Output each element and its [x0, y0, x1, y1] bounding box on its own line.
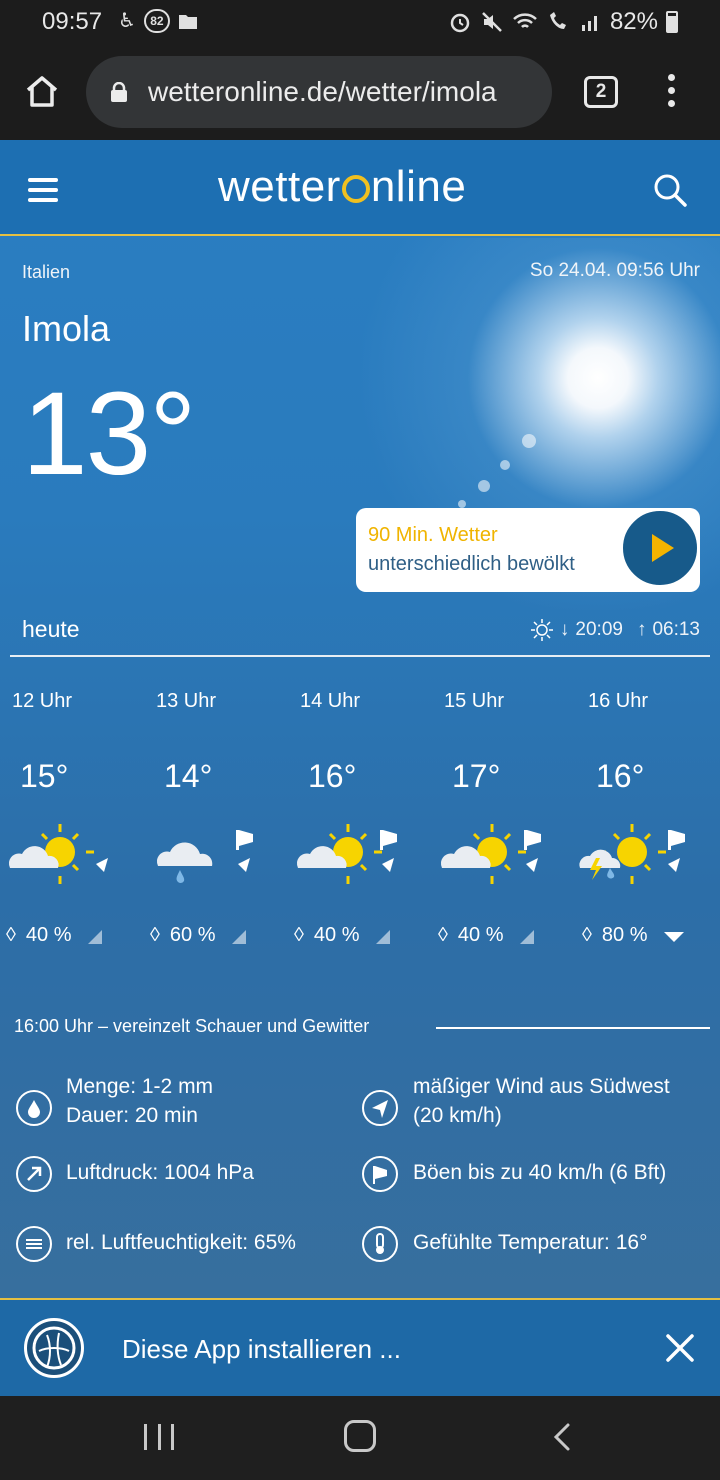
feels-like-value: Gefühlte Temperatur: 16° [413, 1231, 648, 1254]
updated-datetime: So 24.04. 09:56 Uhr [529, 260, 700, 281]
play-icon [652, 534, 674, 562]
rain-probability: 40 % [313, 924, 360, 946]
browser-menu-button[interactable] [664, 74, 678, 110]
expanded-indicator [664, 932, 684, 942]
nowcast-title: 90 Min. Wetter [368, 524, 498, 546]
sunset-arrow-icon: ↓ [559, 619, 570, 640]
current-temperature: 13° [22, 368, 196, 500]
country-label: Italien [22, 262, 71, 282]
today-divider [10, 655, 710, 657]
rain-probability: 80 % [601, 924, 648, 946]
rain-probability: 40 % [25, 924, 72, 946]
home-button[interactable] [344, 1420, 376, 1452]
hamburger-menu-icon[interactable] [28, 178, 58, 202]
nowcast-subtitle: unterschiedlich bewölkt [368, 553, 575, 575]
notification-badge: 82 [143, 9, 170, 33]
install-app-banner[interactable]: Diese App installieren ... [0, 1298, 720, 1396]
today-label: heute [22, 616, 80, 642]
sun-cloud-icon [440, 824, 541, 884]
nowcast-play-button[interactable] [620, 508, 700, 588]
lock-icon [111, 82, 127, 102]
precip-duration: Dauer: 20 min [66, 1104, 198, 1127]
precip-amount: Menge: 1-2 mm [66, 1075, 214, 1098]
weather-app: wetter nline Italien So 24.04. 09:56 Uhr … [0, 140, 720, 1396]
hour-forecast[interactable]: 16 Uhr 16° ◊ 80 % [576, 686, 706, 956]
search-icon[interactable] [652, 172, 688, 208]
sunrise-arrow-icon: ↑ [636, 619, 647, 640]
raindrop-icon: ◊ [582, 924, 592, 946]
city-name: Imola [22, 308, 111, 349]
detail-title: 16:00 Uhr – vereinzelt Schauer und Gewit… [14, 1016, 370, 1036]
hour-temperature: 17° [452, 758, 501, 794]
rain-probability: 60 % [169, 924, 216, 946]
hour-temperature: 16° [596, 758, 645, 794]
precipitation-icon [16, 1090, 52, 1126]
hour-forecast[interactable]: 12 Uhr 15° ◊ 40 % [0, 686, 130, 956]
status-bar: 09:57 ♿ 82 82% [0, 0, 720, 44]
mute-icon [482, 12, 502, 32]
alarm-icon [450, 13, 470, 33]
hour-temperature: 16° [308, 758, 357, 794]
hour-forecast[interactable]: 15 Uhr 17° ◊ 40 % [432, 686, 562, 956]
rain-probability: 40 % [457, 924, 504, 946]
gust-icon [362, 1156, 398, 1192]
home-icon[interactable] [22, 72, 62, 112]
wifi-icon [513, 13, 537, 28]
status-time: 09:57 [42, 8, 103, 35]
logo[interactable]: wetter nline [218, 162, 466, 212]
pressure-icon [16, 1156, 52, 1192]
humidity-value: rel. Luftfeuchtigkeit: 65% [66, 1231, 296, 1254]
app-header: wetter nline [0, 140, 720, 236]
wifi-call-icon [549, 12, 566, 29]
app-icon [24, 1318, 84, 1378]
pressure-value: Luftdruck: 1004 hPa [66, 1161, 254, 1184]
browser-toolbar: wetteronline.de/wetter/imola 2 [0, 44, 720, 140]
hour-temperature: 15° [20, 758, 69, 794]
hour-label: 16 Uhr [588, 690, 649, 712]
raindrop-icon: ◊ [438, 924, 448, 946]
url-field[interactable]: wetteronline.de/wetter/imola [86, 56, 552, 128]
battery-percent: 82% [609, 8, 658, 35]
sun-icon [530, 619, 553, 641]
raindrop-icon: ◊ [6, 924, 16, 946]
wind-direction-icon [362, 1090, 398, 1126]
folder-icon [178, 15, 197, 29]
signal-icon [581, 16, 597, 31]
wind-description: mäßiger Wind aus Südwest [413, 1075, 670, 1098]
sunrise-time: 06:13 [652, 619, 700, 640]
humidity-icon [16, 1226, 52, 1262]
detail-divider [436, 1027, 710, 1029]
install-app-text: Diese App installieren ... [122, 1334, 401, 1364]
hour-label: 15 Uhr [444, 690, 505, 712]
url-text: wetteronline.de/wetter/imola [148, 76, 497, 107]
hour-forecast[interactable]: 14 Uhr 16° ◊ 40 % [288, 686, 418, 956]
wind-speed: (20 km/h) [413, 1104, 502, 1127]
raindrop-icon: ◊ [294, 924, 304, 946]
hour-temperature: 14° [164, 758, 213, 794]
sun-cloud-icon [8, 824, 108, 884]
tab-switcher-button[interactable]: 2 [584, 76, 618, 108]
raindrop-icon: ◊ [150, 924, 160, 946]
accessibility-icon: ♿ [118, 10, 136, 32]
sunset-time: 20:09 [575, 619, 623, 640]
hour-label: 14 Uhr [300, 690, 361, 712]
sun-cloud-icon [296, 824, 397, 884]
back-button[interactable] [552, 1422, 572, 1452]
gust-value: Böen bis zu 40 km/h (6 Bft) [413, 1161, 667, 1184]
hour-forecast[interactable]: 13 Uhr 14° ◊ 60 % [144, 686, 274, 956]
battery-icon [666, 11, 678, 33]
cloud-rain-icon [156, 830, 253, 883]
system-navigation-bar [0, 1396, 720, 1480]
sun-cloud-thunder-icon [579, 824, 685, 884]
today-header: heute ↓ 20:09 ↑ 06:13 [0, 610, 720, 658]
close-icon[interactable] [664, 1332, 696, 1364]
thermometer-icon [362, 1226, 398, 1262]
recent-apps-button[interactable] [144, 1424, 174, 1452]
hour-label: 13 Uhr [156, 690, 217, 712]
hour-label: 12 Uhr [12, 690, 73, 712]
